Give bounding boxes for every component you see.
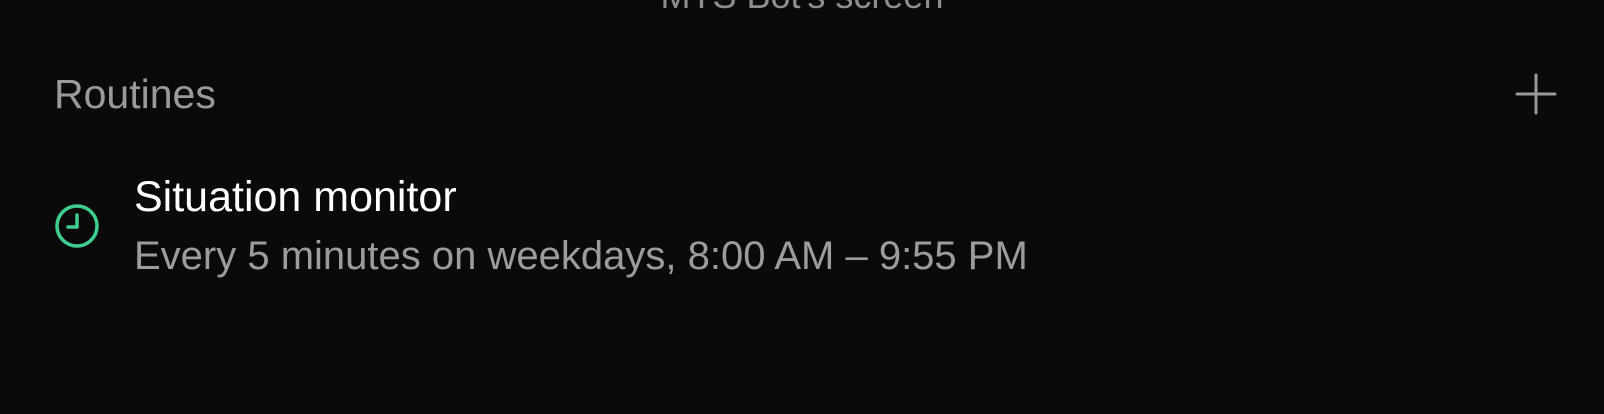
routine-status-icon: [54, 203, 100, 249]
routine-schedule: Every 5 minutes on weekdays, 8:00 AM – 9…: [134, 234, 1028, 278]
routines-title: Routines: [54, 71, 216, 117]
routine-item-situation-monitor[interactable]: Situation monitor Every 5 minutes on wee…: [54, 166, 1556, 286]
plus-icon: [1515, 73, 1557, 115]
add-routine-button[interactable]: [1508, 66, 1564, 122]
clock-icon: [55, 204, 99, 248]
screen-caption: MTS Bot's screen: [0, 0, 1604, 16]
routine-title: Situation monitor: [134, 173, 457, 221]
routine-text: Situation monitor Every 5 minutes on wee…: [134, 172, 1028, 280]
routines-header: Routines: [54, 66, 1557, 122]
